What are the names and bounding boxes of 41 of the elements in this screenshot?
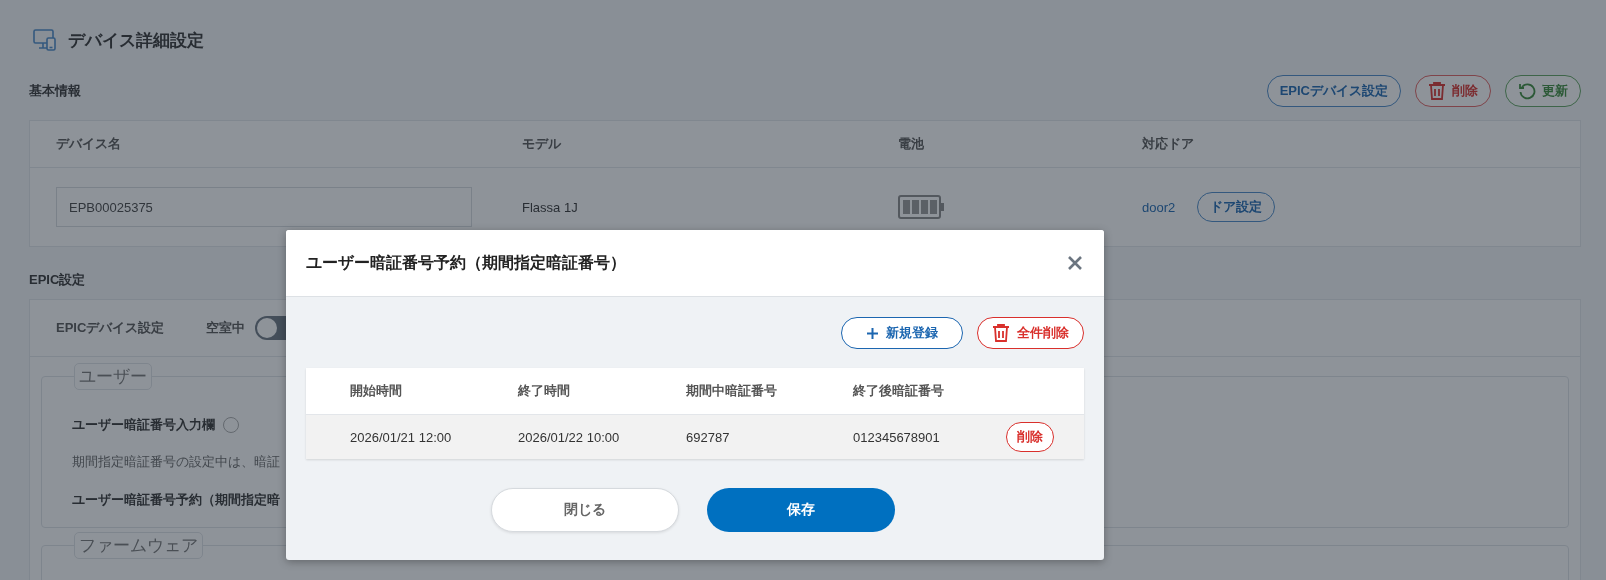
column-header: 電池 [898, 135, 925, 153]
toggle-label: 空室中 [206, 319, 246, 337]
column-header: 対応ドア [1142, 135, 1195, 153]
refresh-button[interactable]: 更新 [1505, 75, 1581, 107]
fieldset-legend: ユーザー [74, 363, 152, 390]
refresh-icon [1518, 82, 1536, 100]
battery-icon [898, 195, 946, 219]
trash-icon [992, 323, 1010, 343]
section-heading: EPIC設定 [29, 271, 87, 289]
close-icon[interactable] [1068, 256, 1082, 270]
fieldset-legend: ファームウェア [74, 532, 203, 559]
column-header: モデル [522, 135, 562, 153]
table-cell-text: 012345678901 [853, 429, 941, 445]
epic-device-settings-button[interactable]: EPICデバイス設定 [1266, 75, 1401, 107]
save-button[interactable]: 保存 [707, 488, 895, 532]
table-cell-text: 2026/01/21 12:00 [350, 429, 453, 445]
plus-icon [866, 326, 879, 340]
devices-icon [32, 27, 58, 53]
device-name-field[interactable]: EPB00025375 [56, 187, 472, 227]
table-cell-text: 2026/01/22 10:00 [518, 429, 621, 445]
setting-label: EPICデバイス設定 [56, 319, 165, 337]
dialog-title: ユーザー暗証番号予約（期間指定暗証番号） [306, 252, 626, 273]
column-header: 期間中暗証番号 [686, 382, 778, 400]
page-title: デバイス詳細設定 [68, 29, 204, 52]
new-registration-button[interactable]: 新規登録 [841, 317, 963, 349]
model-text: Flassa 1J [522, 199, 579, 215]
column-header: デバイス名 [56, 135, 122, 153]
field-label: ユーザー暗証番号入力欄 [72, 416, 215, 434]
delete-all-button[interactable]: 全件削除 [977, 317, 1084, 349]
column-header: 終了後暗証番号 [853, 382, 945, 400]
door-settings-button[interactable]: ドア設定 [1197, 192, 1276, 222]
column-header: 終了時間 [518, 382, 571, 400]
table-cell-text: 692787 [686, 429, 731, 445]
delete-button[interactable]: 削除 [1415, 75, 1491, 107]
note-text: 期間指定暗証番号の設定中は、暗証 [72, 453, 281, 471]
trash-icon [1428, 81, 1446, 101]
delete-button[interactable]: 削除 [1006, 422, 1054, 452]
door-link[interactable]: door2 [1142, 199, 1176, 215]
close-button[interactable]: 閉じる [491, 488, 679, 532]
section-heading: 基本情報 [29, 82, 81, 100]
column-header: 開始時間 [350, 382, 403, 400]
